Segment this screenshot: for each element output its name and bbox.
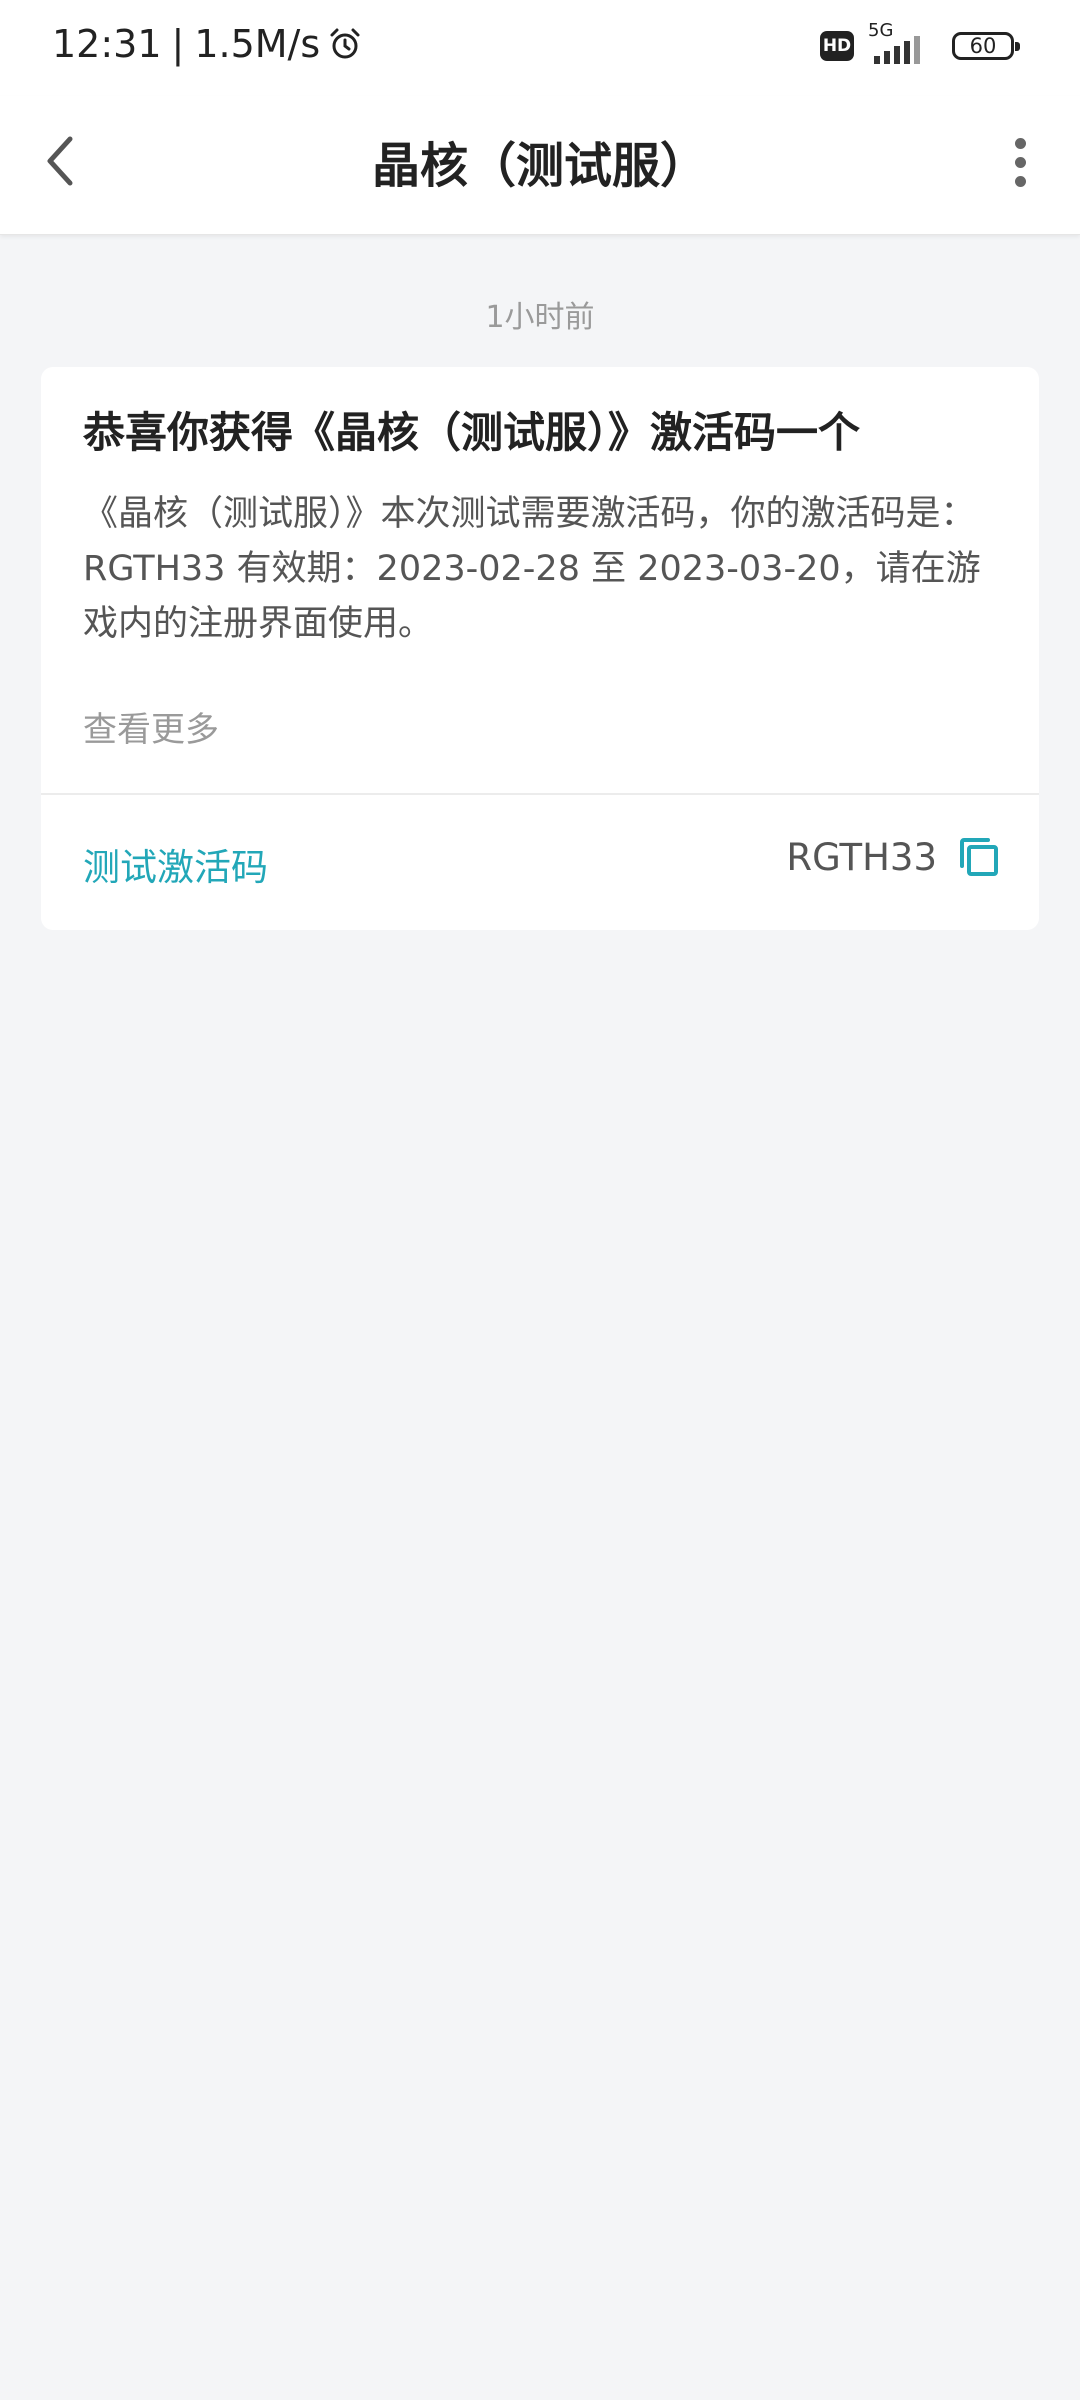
message-body: 《晶核（测试服）》本次测试需要激活码，你的激活码是：RGTH33 有效期：202… [83, 494, 981, 644]
view-more-link[interactable]: 查看更多 [83, 702, 219, 751]
status-right: HD 5G 60 [820, 20, 1020, 66]
card-divider [41, 793, 1039, 795]
status-left: 12:31 | 1.5M/s [52, 22, 362, 66]
more-dot [1014, 175, 1026, 187]
status-time: 12:31 [52, 22, 162, 66]
alarm-clock-icon [328, 27, 362, 61]
activation-code-label: 测试激活码 [83, 846, 268, 889]
signal-icon: 5G [868, 20, 938, 66]
status-separator: | [171, 22, 185, 66]
copy-button[interactable] [957, 835, 1001, 879]
battery-level: 60 [969, 34, 997, 58]
message-title: 恭喜你获得《晶核（测试服）》激活码一个 [83, 408, 861, 457]
message-card: 恭喜你获得《晶核（测试服）》激活码一个 《晶核（测试服）》本次测试需要激活码，你… [41, 367, 1039, 930]
activation-code-row: RGTH33 [786, 835, 1001, 879]
network-speed: 1.5M/s [194, 22, 321, 66]
more-dot [1014, 156, 1026, 168]
more-options-button[interactable] [1000, 132, 1040, 192]
navigation-bar: 晶核（测试服） [0, 96, 1080, 235]
message-timestamp: 1小时前 [485, 300, 595, 335]
more-vertical-icon [1014, 137, 1026, 149]
hd-badge: HD [820, 31, 854, 61]
battery-icon: 60 [952, 32, 1020, 60]
activation-code-value: RGTH33 [786, 835, 937, 879]
page-title: 晶核（测试服） [371, 138, 708, 194]
status-bar: 12:31 | 1.5M/s HD 5G 60 [0, 0, 1080, 96]
copy-icon [960, 838, 998, 876]
